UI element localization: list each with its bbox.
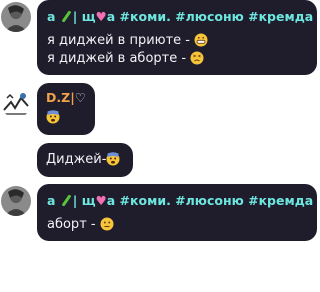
chat-view: а | щ♥а #коми. #люсоню #кремда я диджей … xyxy=(0,0,320,292)
message-bubble[interactable]: Диджей- xyxy=(37,143,133,177)
dz-avatar[interactable] xyxy=(1,88,31,118)
sender-name[interactable]: D.Z|♡ xyxy=(46,90,95,106)
message-text: Диджей- xyxy=(46,151,133,169)
message-bubble[interactable]: а | щ♥а #коми. #люсоню #кремда аборт - xyxy=(37,184,317,241)
test-tube-icon xyxy=(60,10,73,27)
sender-name[interactable]: а | щ♥а #коми. #люсоню #кремда xyxy=(47,9,317,27)
message-text xyxy=(46,109,95,127)
fearful-emoji-icon xyxy=(46,110,60,124)
sender-name[interactable]: а | щ♥а #коми. #люсоню #кремда xyxy=(47,193,317,211)
user-avatar[interactable] xyxy=(1,2,31,32)
message-text: я диджей в аборте - xyxy=(47,50,317,68)
test-tube-icon xyxy=(60,194,73,211)
heart-icon: ♥ xyxy=(95,193,107,208)
message-text: аборт - xyxy=(47,216,317,234)
grinning-emoji-icon xyxy=(194,33,208,47)
fearful-emoji-icon xyxy=(106,152,120,166)
user-avatar[interactable] xyxy=(1,186,31,216)
persevering-emoji-icon xyxy=(190,51,204,65)
message-bubble[interactable]: а | щ♥а #коми. #люсоню #кремда я диджей … xyxy=(37,0,317,75)
heart-icon: ♥ xyxy=(95,9,107,24)
neutral-emoji-icon xyxy=(100,217,114,231)
message-bubble[interactable]: D.Z|♡ xyxy=(37,83,95,135)
message-text: я диджей в приюте - xyxy=(47,32,317,50)
heart-outline-icon: ♡ xyxy=(74,90,86,105)
